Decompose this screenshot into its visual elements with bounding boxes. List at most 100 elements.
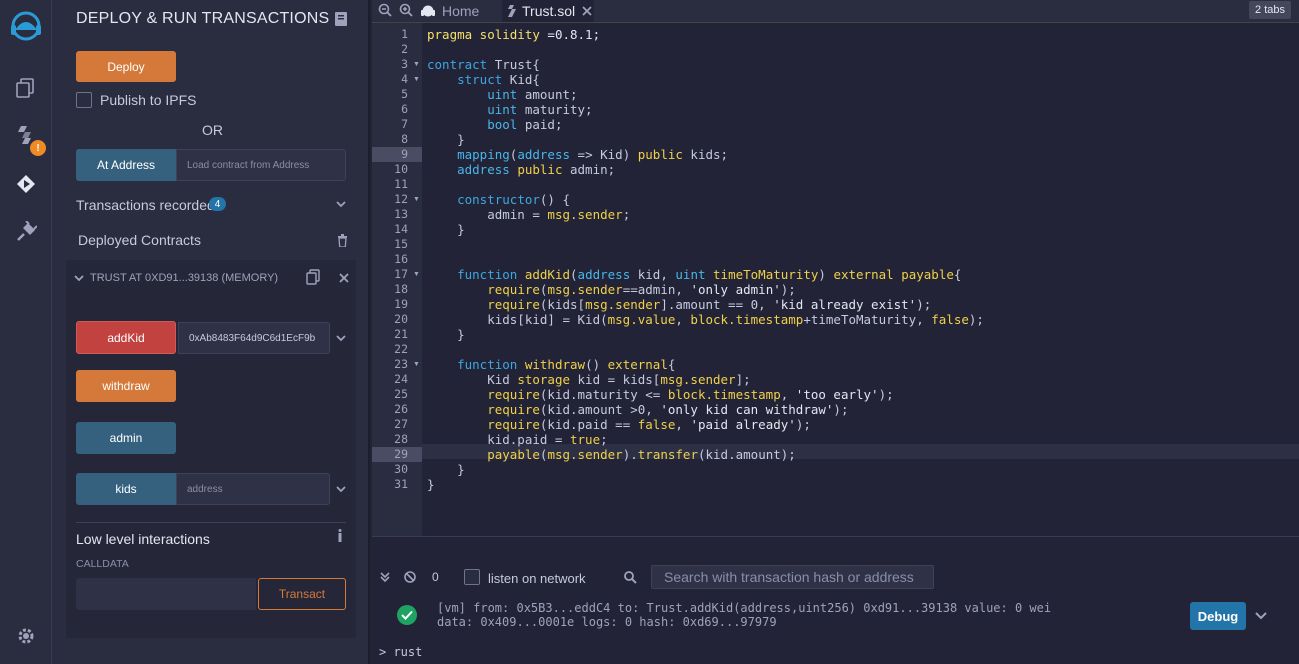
code-line: require(kid.paid == false, 'paid already… [487,417,811,432]
line-number: 27 [394,417,408,431]
collapse-terminal-icon[interactable] [380,572,390,582]
code-line: kids[kid] = Kid(msg.value, block.timesta… [427,312,984,327]
code-line: admin = msg.sender; [427,207,631,222]
tab-close-icon[interactable] [582,6,592,16]
trash-icon[interactable] [337,234,348,247]
addkid-expand-icon[interactable] [336,334,346,342]
line-number: 6 [401,102,408,116]
line-number: 24 [394,372,408,386]
calldata-label: CALLDATA [76,558,129,570]
publish-ipfs-checkbox[interactable] [76,92,92,108]
code-line: function withdraw() external{ [457,357,676,372]
line-number: 8 [401,132,408,146]
remix-logo-icon[interactable] [0,6,52,46]
code-line: address public admin; [457,162,616,177]
code-line: } [427,132,465,147]
addkid-button[interactable]: addKid [76,321,176,354]
zoom-in-icon[interactable] [399,3,413,17]
line-number: 9 [372,147,422,162]
line-number: 7 [401,117,408,131]
line-number: 5 [401,87,408,101]
expand-log-icon[interactable] [1255,611,1267,620]
close-icon[interactable] [339,273,349,283]
line-number: 15 [394,237,408,251]
line-number: 16 [394,252,408,266]
transactions-recorded-label[interactable]: Transactions recorded [76,197,215,213]
code-editor[interactable]: 1 2 3 ▼ 4 ▼ 5 6 7 8 9 10 11 12 ▼ 13 14 15 16 17 ▼ 18 19 20 21 22 2… [372,22,1299,537]
line-number: 2 [401,42,408,56]
deploy-button[interactable]: Deploy [76,51,176,82]
deploy-run-panel: DEPLOY & RUN TRANSACTIONS Deploy Publish… [52,0,370,664]
success-check-icon [397,605,417,625]
fold-arrow-icon[interactable]: ▼ [413,271,420,278]
code-line: constructor() { [457,192,571,207]
divider [76,522,346,523]
tab-home-label: Home [442,3,480,19]
documentation-icon[interactable] [335,12,347,31]
or-label: OR [202,122,223,138]
deploy-run-icon[interactable] [0,164,52,204]
debug-button[interactable]: Debug [1190,602,1246,630]
fold-arrow-icon[interactable]: ▼ [413,196,420,203]
line-number: 30 [394,462,408,476]
settings-gear-icon[interactable] [0,616,52,656]
tab-trust-sol[interactable]: Trust.sol [502,0,594,22]
withdraw-button[interactable]: withdraw [76,370,176,402]
line-number: 19 [394,297,408,311]
code-line: struct Kid{ [457,72,540,87]
copy-icon[interactable] [306,269,320,285]
plugin-manager-icon[interactable] [0,212,52,252]
tx-log-line2[interactable]: data: 0x409...0001e logs: 0 hash: 0xd69.… [437,615,777,629]
code-line: contract Trust{ [427,57,540,72]
tx-log-line1[interactable]: [vm] from: 0x5B3...eddC4 to: Trust.addKi… [437,601,1051,615]
code-line: require(kids[msg.sender].amount == 0, 'k… [487,297,932,312]
code-line: bool paid; [487,117,563,132]
transact-button[interactable]: Transact [258,578,346,610]
code-line: uint amount; [487,87,578,102]
fold-arrow-icon[interactable]: ▼ [413,361,420,368]
line-number: 22 [394,342,408,356]
line-number: 14 [394,222,408,236]
line-number: 1 [401,27,408,41]
instance-chevron-icon[interactable] [74,274,84,282]
tab-file-label: Trust.sol [522,3,576,19]
code-line: function addKid(address kid, uint timeTo… [457,267,962,282]
terminal-prompt[interactable]: > rust [379,645,422,659]
tab-home[interactable]: Home [420,0,502,22]
line-number: 21 [394,327,408,341]
fold-arrow-icon[interactable]: ▼ [413,61,420,68]
chevron-down-icon[interactable] [336,200,346,208]
line-number: 20 [394,312,408,326]
transactions-count-badge: 4 [209,197,226,211]
clear-console-icon[interactable] [404,571,416,583]
pending-tx-count: 0 [432,570,439,584]
admin-button[interactable]: admin [76,422,176,454]
code-line: } [427,477,435,492]
tx-search-input[interactable]: Search with transaction hash or address [651,565,934,589]
fold-arrow-icon[interactable]: ▼ [413,76,420,83]
search-icon [624,571,637,584]
kids-address-input[interactable]: address [176,473,330,505]
info-icon[interactable] [337,529,343,542]
code-line: } [427,222,465,237]
addkid-input[interactable]: 0xAb8483F64d9C6d1EcF9b [178,322,330,354]
line-number: 28 [394,432,408,446]
compiler-warning-badge: ! [30,140,46,156]
line-number: 31 [394,477,408,491]
at-address-button[interactable]: At Address [76,149,176,181]
tab-count-dropdown[interactable]: 2 tabs [1249,1,1291,19]
calldata-input[interactable] [76,578,256,610]
line-number: 13 [394,207,408,221]
zoom-out-icon[interactable] [378,3,392,17]
load-contract-address-input[interactable]: Load contract from Address [176,149,346,181]
code-line: uint maturity; [487,102,593,117]
file-explorer-icon[interactable] [0,68,52,108]
kids-expand-icon[interactable] [336,485,346,493]
publish-ipfs-label: Publish to IPFS [100,92,197,108]
instance-label[interactable]: TRUST AT 0XD91...39138 (MEMORY) [90,272,278,284]
listen-network-label: listen on network [488,571,586,586]
kids-button[interactable]: kids [76,473,176,505]
line-number: 18 [394,282,408,296]
terminal: 0 listen on network Search with transact… [372,536,1299,664]
listen-network-checkbox[interactable] [464,569,480,585]
